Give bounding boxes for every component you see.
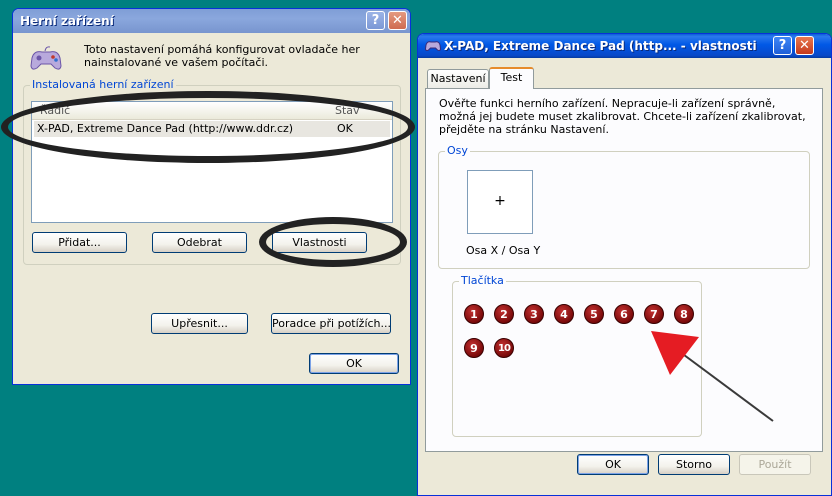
joystick-button-8: 8 <box>674 304 694 324</box>
remove-button[interactable]: Odebrat <box>152 232 247 253</box>
device-highlight-ring <box>1 91 415 163</box>
help-icon[interactable]: ? <box>366 11 385 30</box>
joystick-button-3: 3 <box>524 304 544 324</box>
description-text: Toto nastavení pomáhá konfigurovat ovlad… <box>84 43 360 69</box>
add-button[interactable]: Přidat... <box>32 232 127 253</box>
properties-titlebar[interactable]: X-PAD, Extreme Dance Pad (http... - vlas… <box>418 34 831 58</box>
axes-label: Osy <box>445 144 470 157</box>
gamepad-icon <box>30 46 62 70</box>
tab-settings[interactable]: Nastavení <box>427 69 489 89</box>
properties-window: X-PAD, Extreme Dance Pad (http... - vlas… <box>417 33 832 496</box>
buttons-label: Tlačítka <box>459 274 506 287</box>
xy-axis-box: + <box>467 170 533 234</box>
help-icon[interactable]: ? <box>773 36 792 55</box>
tab-test[interactable]: Test <box>489 67 534 89</box>
ok-button[interactable]: OK <box>577 454 649 475</box>
instructions-text: Ověřte funkci herního zařízení. Nepracuj… <box>439 97 806 136</box>
ok-button[interactable]: OK <box>309 353 399 374</box>
joystick-button-9: 9 <box>464 338 484 358</box>
joystick-button-2: 2 <box>494 304 514 324</box>
troubleshoot-button[interactable]: Poradce při potížích... <box>271 313 391 334</box>
installed-devices-label: Instalovaná herní zařízení <box>30 78 176 91</box>
cancel-button[interactable]: Storno <box>658 454 730 475</box>
test-tab-panel: Ověřte funkci herního zařízení. Nepracuj… <box>425 88 823 452</box>
close-icon[interactable]: ✕ <box>795 36 814 55</box>
gamepad-icon <box>424 41 442 52</box>
joystick-button-1: 1 <box>464 304 484 324</box>
joystick-button-10: 10 <box>494 338 514 358</box>
game-controllers-titlebar[interactable]: Herní zařízení ? ✕ <box>13 9 410 33</box>
properties-highlight-ring <box>259 217 407 267</box>
joystick-button-4: 4 <box>554 304 574 324</box>
properties-title: X-PAD, Extreme Dance Pad (http... - vlas… <box>444 39 757 53</box>
advanced-button[interactable]: Upřesnit... <box>151 313 248 334</box>
game-controllers-window: Herní zařízení ? ✕ Toto nastavení pomáhá… <box>1 8 415 385</box>
joystick-button-6: 6 <box>614 304 634 324</box>
axis-cursor: + <box>494 193 506 209</box>
axes-group: Osy + Osa X / Osa Y <box>438 144 810 269</box>
axes-caption: Osa X / Osa Y <box>466 244 541 257</box>
joystick-button-5: 5 <box>584 304 604 324</box>
window-title: Herní zařízení <box>20 14 114 28</box>
close-icon[interactable]: ✕ <box>388 11 407 30</box>
buttons-group: Tlačítka 1 2 3 4 5 6 7 8 9 10 <box>452 274 702 437</box>
apply-button: Použít <box>739 454 811 475</box>
joystick-button-7: 7 <box>644 304 664 324</box>
